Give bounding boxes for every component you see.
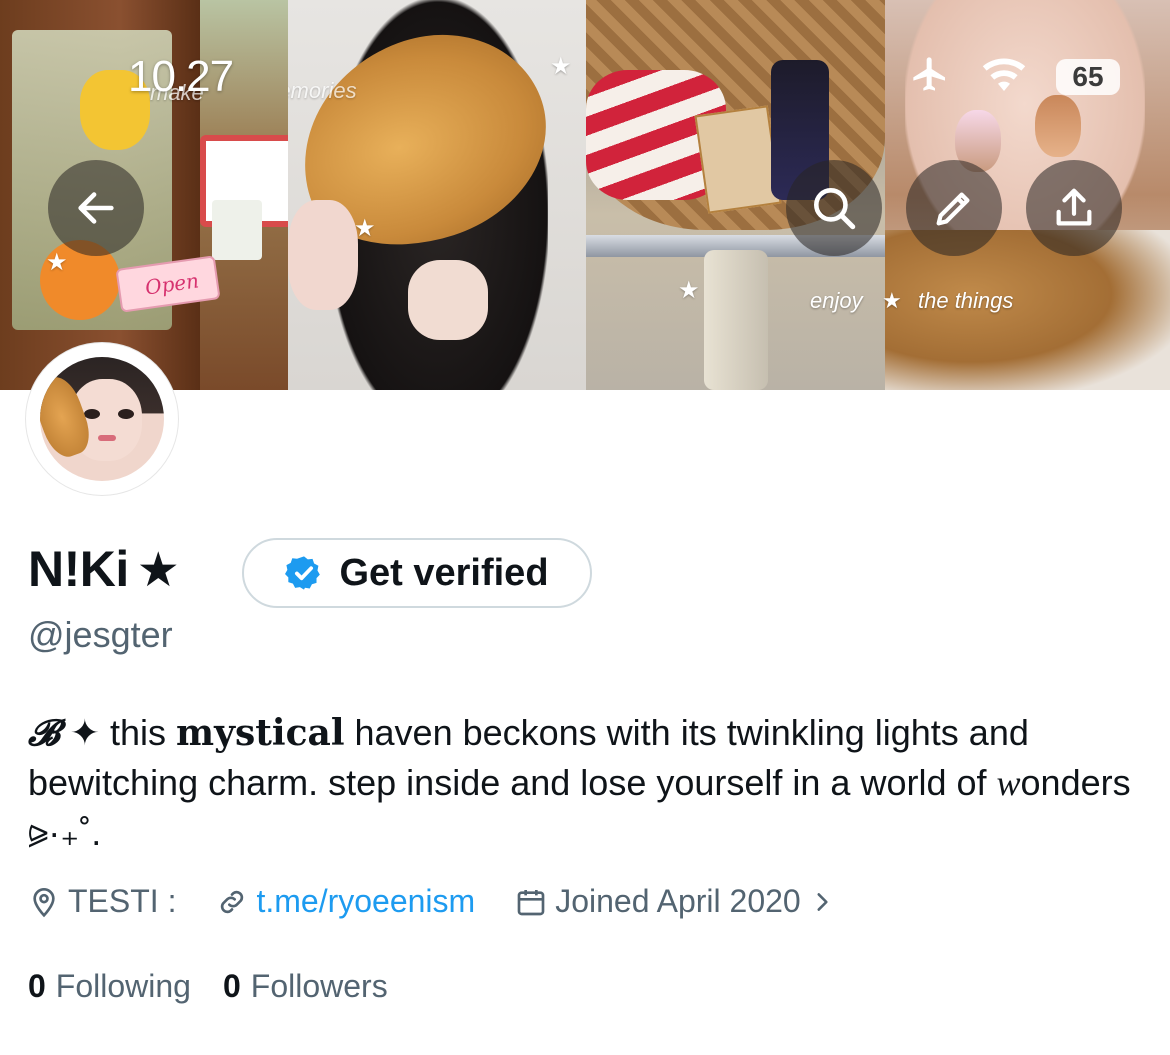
calendar-icon (517, 889, 545, 915)
joined-date-text: Joined April 2020 (555, 883, 801, 919)
search-button[interactable] (786, 160, 882, 256)
share-button[interactable] (1026, 160, 1122, 256)
website-link-text[interactable]: t.me/ryoeenism (256, 883, 475, 920)
bio-prefix-symbol: 𝓑 (28, 713, 60, 753)
star-icon: ★ (882, 288, 902, 313)
profile-meta: TESTI : t.me/ryoeenism Joined April 2020 (28, 883, 875, 920)
user-handle: @jesgter (28, 614, 173, 655)
get-verified-label: Get verified (339, 551, 549, 594)
location: TESTI : (28, 883, 176, 920)
edit-button[interactable] (906, 160, 1002, 256)
pencil-icon (936, 192, 970, 226)
battery-icon: 65 (1056, 58, 1120, 95)
following-link[interactable]: 0 Following (28, 968, 191, 1005)
website-link[interactable]: t.me/ryoeenism (216, 883, 475, 920)
avatar[interactable] (26, 343, 178, 495)
profile-bio: 𝓑 ✦ this mystical haven beckons with its… (28, 712, 1131, 853)
location-text: TESTI : (68, 883, 177, 919)
profile-page: Open ★ ★ ★ memories ★ make e (0, 0, 1170, 1055)
star-icon: ★ (550, 53, 572, 80)
avatar-photo (40, 357, 164, 481)
back-button[interactable] (48, 160, 144, 256)
banner-caption-enjoy: enjoy (810, 288, 863, 313)
star-icon: ★ (354, 215, 376, 242)
link-icon (221, 890, 244, 913)
banner-panel-girl-taiyaki: ★ ★ memories (288, 0, 586, 390)
verified-badge-icon (285, 556, 321, 590)
display-name-text: N!Ki (28, 541, 129, 597)
airplane-icon (908, 54, 952, 99)
display-name: N!Ki ★ (28, 540, 180, 598)
get-verified-button[interactable]: Get verified (242, 538, 592, 608)
status-time: 10.27 (128, 52, 234, 101)
status-icons: 65 (908, 54, 1120, 99)
follow-stats: 0 Following 0 Followers (28, 968, 388, 1005)
qr-code (212, 200, 262, 260)
joined-date[interactable]: Joined April 2020 (515, 883, 835, 920)
star-icon: ★ (136, 544, 180, 597)
following-count: 0 (28, 968, 46, 1004)
star-icon: ★ (678, 277, 700, 304)
followers-link[interactable]: 0 Followers (223, 968, 388, 1005)
wifi-icon (980, 55, 1028, 98)
following-label: Following (55, 968, 191, 1004)
followers-label: Followers (250, 968, 388, 1004)
search-icon (814, 188, 856, 230)
chevron-right-icon (817, 892, 828, 911)
location-pin-icon (33, 887, 55, 917)
banner-caption: memories (288, 78, 357, 103)
sparkle-icon: ✦ (69, 712, 100, 753)
share-icon (1056, 188, 1092, 226)
followers-count: 0 (222, 968, 241, 1004)
banner-caption-things: the things (918, 288, 1014, 313)
arrow-left-icon (78, 192, 114, 224)
star-icon: ★ (46, 249, 68, 276)
